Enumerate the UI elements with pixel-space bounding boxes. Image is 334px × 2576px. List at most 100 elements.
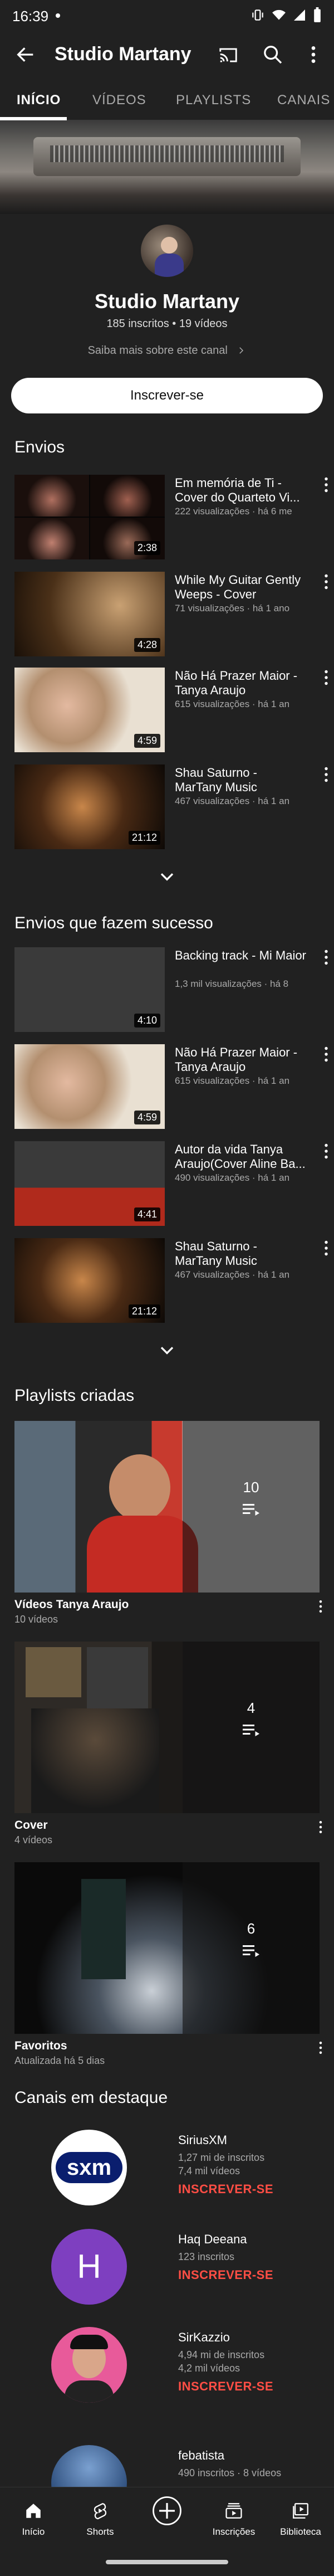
- video-more-icon[interactable]: [320, 475, 333, 495]
- video-row[interactable]: 4:28 While My Guitar Gently Weeps - Cove…: [14, 572, 334, 661]
- tab-inicio[interactable]: INÍCIO: [17, 92, 61, 108]
- about-channel-link[interactable]: Saiba mais sobre este canal: [0, 344, 334, 357]
- video-row[interactable]: 4:10 Backing track - Mi Maior 1,3 mil vi…: [14, 947, 334, 1036]
- playlist-subtitle: 10 vídeos: [14, 1614, 58, 1625]
- more-vert-icon[interactable]: [305, 43, 322, 66]
- playlist-queue-icon: [243, 1945, 259, 1957]
- video-thumbnail[interactable]: 4:59: [14, 1044, 165, 1129]
- popular-section-title: Envios que fazem sucesso: [14, 914, 213, 932]
- video-row[interactable]: 4:41 Autor da vida Tanya Araujo(Cover Al…: [14, 1141, 334, 1230]
- video-title[interactable]: Shau Saturno - MarTany Music: [175, 1239, 306, 1268]
- video-more-icon[interactable]: [320, 668, 333, 688]
- playlist-more-icon[interactable]: [315, 1819, 326, 1835]
- nav-library[interactable]: Biblioteca: [267, 2495, 334, 2538]
- video-thumbnail[interactable]: 4:28: [14, 572, 165, 656]
- back-arrow-icon[interactable]: [14, 43, 37, 66]
- search-icon[interactable]: [262, 43, 284, 66]
- featured-channel-name[interactable]: Haq Deeana: [178, 2232, 247, 2247]
- featured-channel-subscribers: 1,27 mi de inscritos: [178, 2152, 265, 2163]
- playlist-thumbnail[interactable]: 6: [14, 1862, 320, 2034]
- channel-avatar-haq-deeana[interactable]: H: [51, 2229, 127, 2305]
- featured-channel-videos: 7,4 mil vídeos: [178, 2165, 240, 2176]
- video-row[interactable]: 21:12 Shau Saturno - MarTany Music 467 v…: [14, 1238, 334, 1327]
- subscribe-button[interactable]: Inscrever-se: [11, 378, 323, 413]
- video-meta: 222 visualizações · há 6 me: [175, 506, 292, 517]
- status-time: 16:39: [12, 8, 49, 25]
- playlists-section-title: Playlists criadas: [14, 1386, 135, 1405]
- channel-avatar-siriusxm[interactable]: sxm: [51, 2130, 127, 2205]
- playlist-count: 6: [247, 1920, 256, 1937]
- featured-channel-videos: 4,2 mil vídeos: [178, 2363, 240, 2374]
- status-bar: 16:39: [0, 0, 334, 31]
- cast-icon[interactable]: [217, 45, 239, 66]
- video-duration: 21:12: [128, 1304, 160, 1318]
- video-title[interactable]: While My Guitar Gently Weeps - Cover: [175, 573, 306, 602]
- video-thumbnail[interactable]: 4:10: [14, 947, 165, 1032]
- nav-subscriptions-label: Inscrições: [212, 2526, 256, 2537]
- banner-knobs: [50, 145, 284, 162]
- video-more-icon[interactable]: [320, 572, 333, 592]
- video-meta: 71 visualizações · há 1 ano: [175, 603, 290, 613]
- nav-subscriptions[interactable]: Inscrições: [200, 2495, 267, 2538]
- video-thumbnail[interactable]: 21:12: [14, 764, 165, 849]
- video-title[interactable]: Shau Saturno - MarTany Music: [175, 766, 306, 795]
- playlist-thumbnail[interactable]: 10: [14, 1421, 320, 1593]
- tab-playlists[interactable]: PLAYLISTS: [176, 92, 251, 108]
- video-thumbnail[interactable]: 4:41: [14, 1141, 165, 1226]
- nav-shorts[interactable]: Shorts: [67, 2495, 134, 2538]
- playlist-subtitle: Atualizada há 5 dias: [14, 2055, 105, 2066]
- video-meta: 615 visualizações · há 1 an: [175, 1075, 290, 1086]
- playlist-queue-icon: [243, 1504, 259, 1516]
- channel-avatar: [139, 223, 195, 279]
- nav-home[interactable]: Início: [0, 2495, 67, 2538]
- video-row[interactable]: 21:12 Shau Saturno - MarTany Music 467 v…: [14, 764, 334, 854]
- expand-chevron-icon[interactable]: [156, 1343, 178, 1360]
- video-row[interactable]: 2:38 Em memória de Ti - Cover do Quartet…: [14, 475, 334, 564]
- featured-channel-row[interactable]: sxm SiriusXM 1,27 mi de inscritos 7,4 mi…: [0, 2130, 334, 2219]
- nav-shorts-label: Shorts: [86, 2526, 114, 2537]
- featured-channel-row[interactable]: H Haq Deeana 123 inscritos INSCREVER-SE: [0, 2229, 334, 2318]
- video-title[interactable]: Não Há Prazer Maior - Tanya Araujo: [175, 669, 306, 698]
- tab-videos[interactable]: VÍDEOS: [92, 92, 146, 108]
- expand-chevron-icon[interactable]: [156, 869, 178, 886]
- playlist-more-icon[interactable]: [315, 1598, 326, 1615]
- video-title[interactable]: Não Há Prazer Maior - Tanya Araujo: [175, 1045, 306, 1074]
- wifi-icon: [272, 9, 286, 20]
- video-title[interactable]: Backing track - Mi Maior: [175, 948, 306, 963]
- featured-subscribe-button[interactable]: INSCREVER-SE: [178, 2379, 273, 2394]
- video-duration: 21:12: [128, 831, 160, 845]
- siriusxm-logo: sxm: [56, 2152, 122, 2183]
- playlist-name: Favoritos: [14, 2039, 67, 2052]
- video-thumbnail[interactable]: 2:38: [14, 475, 165, 559]
- video-duration: 2:38: [134, 541, 160, 555]
- featured-channel-row[interactable]: SirKazzio 4,94 mi de inscritos 4,2 mil v…: [0, 2327, 334, 2416]
- subscriptions-icon: [225, 2503, 242, 2519]
- video-more-icon[interactable]: [320, 1141, 333, 1161]
- video-more-icon[interactable]: [320, 1044, 333, 1064]
- video-more-icon[interactable]: [320, 947, 333, 967]
- avatar-initial: H: [77, 2248, 101, 2285]
- video-row[interactable]: 4:59 Não Há Prazer Maior - Tanya Araujo …: [14, 1044, 334, 1133]
- playlist-name: Vídeos Tanya Araujo: [14, 1598, 129, 1611]
- shorts-icon: [94, 2503, 107, 2520]
- uploads-section-title: Envios: [14, 438, 65, 456]
- featured-channel-name[interactable]: SiriusXM: [178, 2133, 227, 2148]
- featured-subscribe-button[interactable]: INSCREVER-SE: [178, 2268, 273, 2282]
- featured-channel-name[interactable]: febatista: [178, 2448, 224, 2463]
- playlist-more-icon[interactable]: [315, 2039, 326, 2056]
- video-title[interactable]: Autor da vida Tanya Araujo(Cover Aline B…: [175, 1142, 306, 1171]
- playlist-thumbnail[interactable]: 4: [14, 1642, 320, 1813]
- featured-channel-name[interactable]: SirKazzio: [178, 2330, 230, 2345]
- video-duration: 4:10: [134, 1014, 160, 1028]
- video-thumbnail[interactable]: 21:12: [14, 1238, 165, 1323]
- video-more-icon[interactable]: [320, 764, 333, 785]
- video-thumbnail[interactable]: 4:59: [14, 668, 165, 752]
- nav-create[interactable]: [134, 2495, 200, 2526]
- nav-library-label: Biblioteca: [280, 2526, 321, 2537]
- tab-canais[interactable]: CANAIS: [277, 92, 330, 108]
- video-more-icon[interactable]: [320, 1238, 333, 1258]
- featured-subscribe-button[interactable]: INSCREVER-SE: [178, 2182, 273, 2197]
- channel-avatar-sirkazzio[interactable]: [51, 2327, 127, 2403]
- video-title[interactable]: Em memória de Ti - Cover do Quarteto Vi.…: [175, 476, 306, 505]
- video-row[interactable]: 4:59 Não Há Prazer Maior - Tanya Araujo …: [14, 668, 334, 757]
